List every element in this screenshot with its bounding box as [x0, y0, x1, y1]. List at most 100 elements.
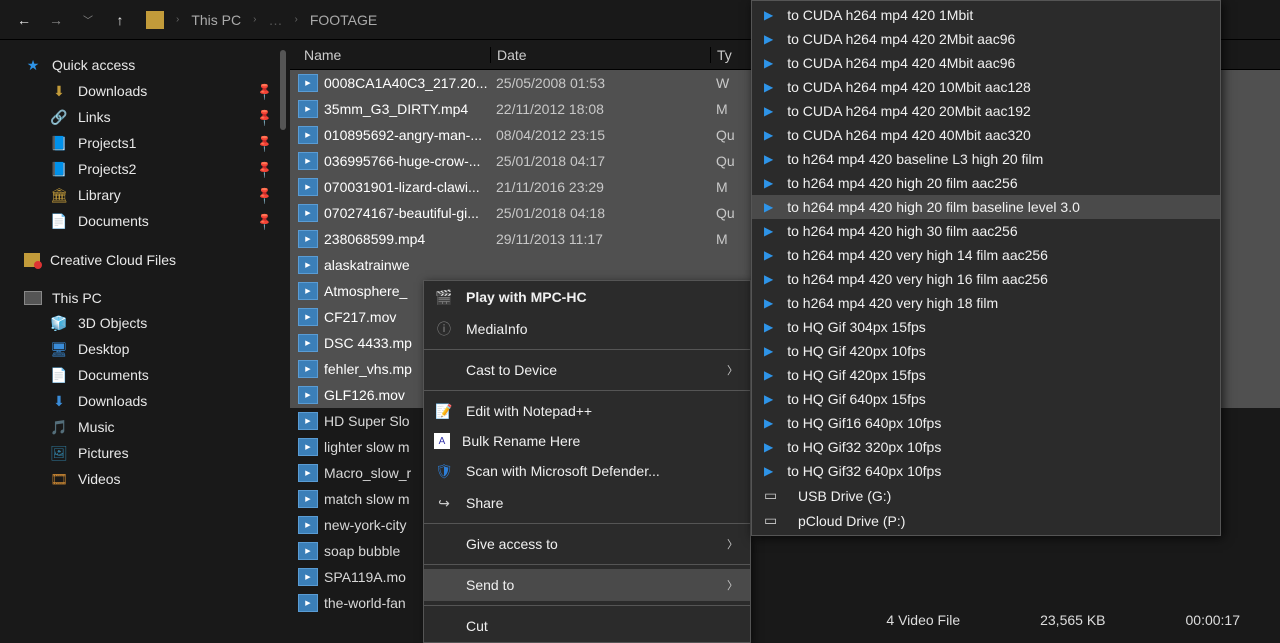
folder-icon: 🖼 — [50, 444, 68, 462]
ctx-defender[interactable]: 🛡 Scan with Microsoft Defender... — [424, 455, 750, 487]
sidebar-item-label: Projects1 — [78, 135, 136, 151]
sidebar-desktop[interactable]: 🖥Desktop — [0, 336, 290, 362]
sendto-label: to h264 mp4 420 very high 18 film — [787, 295, 998, 311]
folder-icon: 📄 — [50, 212, 68, 230]
back-button[interactable]: ← — [8, 4, 40, 36]
sidebar-pictures[interactable]: 🖼Pictures — [0, 440, 290, 466]
sidebar-pin-projects1[interactable]: 📘Projects1📌 — [0, 130, 290, 156]
quick-access-label: Quick access — [52, 57, 135, 73]
sendto-item[interactable]: ▶to CUDA h264 mp4 420 2Mbit aac96 — [752, 27, 1220, 51]
sendto-item[interactable]: ▶to HQ Gif 420px 15fps — [752, 363, 1220, 387]
sendto-item[interactable]: ▶to CUDA h264 mp4 420 4Mbit aac96 — [752, 51, 1220, 75]
sendto-item[interactable]: ▶to CUDA h264 mp4 420 40Mbit aac320 — [752, 123, 1220, 147]
ctx-play-mpc[interactable]: 🎬 Play with MPC-HC — [424, 281, 750, 313]
sendto-label: to h264 mp4 420 high 20 film baseline le… — [787, 199, 1080, 215]
ctx-mediainfo[interactable]: ⓘ MediaInfo — [424, 313, 750, 345]
play-icon: ▶ — [764, 224, 773, 238]
video-file-icon: ▶ — [298, 490, 318, 508]
sidebar-pin-downloads[interactable]: ⬇Downloads📌 — [0, 78, 290, 104]
sendto-item[interactable]: ▶to CUDA h264 mp4 420 1Mbit — [752, 3, 1220, 27]
sendto-label: to HQ Gif16 640px 10fps — [787, 415, 941, 431]
sendto-item[interactable]: ▶to CUDA h264 mp4 420 20Mbit aac192 — [752, 99, 1220, 123]
chevron-right-icon: › — [294, 14, 297, 25]
sendto-item[interactable]: ▶to h264 mp4 420 very high 16 film aac25… — [752, 267, 1220, 291]
ctx-give-access[interactable]: Give access to 〉 — [424, 528, 750, 560]
sendto-item[interactable]: ▶to HQ Gif16 640px 10fps — [752, 411, 1220, 435]
play-icon: ▶ — [764, 128, 773, 142]
video-file-icon: ▶ — [298, 334, 318, 352]
forward-button[interactable]: → — [40, 4, 72, 36]
folder-icon: 🎞 — [50, 470, 68, 488]
status-duration: 00:00:17 — [1186, 612, 1241, 628]
ctx-notepadpp[interactable]: 📝 Edit with Notepad++ — [424, 395, 750, 427]
ctx-send-to[interactable]: Send to 〉 — [424, 569, 750, 601]
sendto-item[interactable]: ▶to HQ Gif32 320px 10fps — [752, 435, 1220, 459]
video-file-icon: ▶ — [298, 178, 318, 196]
sendto-item[interactable]: ▶to h264 mp4 420 high 30 film aac256 — [752, 219, 1220, 243]
blank-icon — [434, 616, 454, 636]
creative-cloud-files[interactable]: Creative Cloud Files — [0, 248, 290, 272]
breadcrumb-footage[interactable]: FOOTAGE — [310, 12, 377, 28]
sendto-item[interactable]: ▶to HQ Gif32 640px 10fps — [752, 459, 1220, 483]
file-name: 0008CA1A40C3_217.20... — [324, 75, 490, 91]
sidebar-pin-documents[interactable]: 📄Documents📌 — [0, 208, 290, 234]
video-file-icon: ▶ — [298, 282, 318, 300]
sendto-label: to h264 mp4 420 baseline L3 high 20 film — [787, 151, 1043, 167]
sendto-item[interactable]: ▶to HQ Gif 420px 10fps — [752, 339, 1220, 363]
this-pc-icon — [24, 291, 42, 305]
play-icon: ▶ — [764, 248, 773, 262]
folder-icon: 📘 — [50, 134, 68, 152]
sendto-item[interactable]: ▶to HQ Gif 304px 15fps — [752, 315, 1220, 339]
sidebar-item-label: Documents — [78, 367, 149, 383]
sendto-item[interactable]: ▶to h264 mp4 420 very high 18 film — [752, 291, 1220, 315]
pin-icon: 📌 — [254, 211, 274, 231]
notepadpp-icon: 📝 — [434, 401, 454, 421]
chevron-right-icon: › — [176, 14, 179, 25]
video-file-icon: ▶ — [298, 152, 318, 170]
ctx-bulk-rename[interactable]: A Bulk Rename Here — [424, 427, 750, 455]
sendto-item[interactable]: ▶to h264 mp4 420 high 20 film aac256 — [752, 171, 1220, 195]
sendto-drive[interactable]: ▭pCloud Drive (P:) — [752, 508, 1220, 533]
status-type: 4 Video File — [886, 612, 960, 628]
sidebar-pin-links[interactable]: 🔗Links📌 — [0, 104, 290, 130]
address-bar[interactable]: › This PC › … › FOOTAGE — [146, 11, 377, 29]
sidebar-pin-projects2[interactable]: 📘Projects2📌 — [0, 156, 290, 182]
quick-access[interactable]: ★ Quick access — [0, 52, 290, 78]
sendto-item[interactable]: ▶to CUDA h264 mp4 420 10Mbit aac128 — [752, 75, 1220, 99]
column-date[interactable]: Date — [490, 47, 710, 63]
play-icon: ▶ — [764, 32, 773, 46]
sendto-item[interactable]: ▶to h264 mp4 420 baseline L3 high 20 fil… — [752, 147, 1220, 171]
this-pc[interactable]: This PC — [0, 286, 290, 310]
separator — [424, 605, 750, 606]
bulk-rename-icon: A — [434, 433, 450, 449]
ccf-label: Creative Cloud Files — [50, 252, 176, 268]
sidebar-music[interactable]: 🎵Music — [0, 414, 290, 440]
sidebar-3d-objects[interactable]: 🧊3D Objects — [0, 310, 290, 336]
sendto-item[interactable]: ▶to h264 mp4 420 very high 14 film aac25… — [752, 243, 1220, 267]
sidebar-downloads[interactable]: ⬇Downloads — [0, 388, 290, 414]
sendto-item[interactable]: ▶to HQ Gif 640px 15fps — [752, 387, 1220, 411]
this-pc-label: This PC — [52, 290, 102, 306]
video-file-icon: ▶ — [298, 74, 318, 92]
ctx-cut[interactable]: Cut — [424, 610, 750, 642]
column-name[interactable]: Name — [290, 47, 490, 63]
file-date: 25/01/2018 04:18 — [490, 205, 710, 221]
recent-dropdown[interactable]: ﹀ — [72, 4, 104, 36]
play-icon: ▶ — [764, 368, 773, 382]
play-icon: ▶ — [764, 200, 773, 214]
up-button[interactable]: ↑ — [104, 4, 136, 36]
drive-icon: ▭ — [764, 487, 784, 504]
sidebar-documents[interactable]: 📄Documents — [0, 362, 290, 388]
breadcrumb-thispc[interactable]: This PC — [191, 12, 241, 28]
video-file-icon: ▶ — [298, 516, 318, 534]
ctx-share[interactable]: ↪ Share — [424, 487, 750, 519]
video-file-icon: ▶ — [298, 438, 318, 456]
sidebar-videos[interactable]: 🎞Videos — [0, 466, 290, 492]
sendto-drive[interactable]: ▭USB Drive (G:) — [752, 483, 1220, 508]
sendto-item[interactable]: ▶ to h264 mp4 420 high 20 film baseline l… — [752, 195, 1220, 219]
file-name: 036995766-huge-crow-... — [324, 153, 490, 169]
sendto-label: to h264 mp4 420 high 20 film aac256 — [787, 175, 1017, 191]
ctx-cast[interactable]: Cast to Device 〉 — [424, 354, 750, 386]
file-date: 25/05/2008 01:53 — [490, 75, 710, 91]
sidebar-pin-library[interactable]: 🏛Library📌 — [0, 182, 290, 208]
